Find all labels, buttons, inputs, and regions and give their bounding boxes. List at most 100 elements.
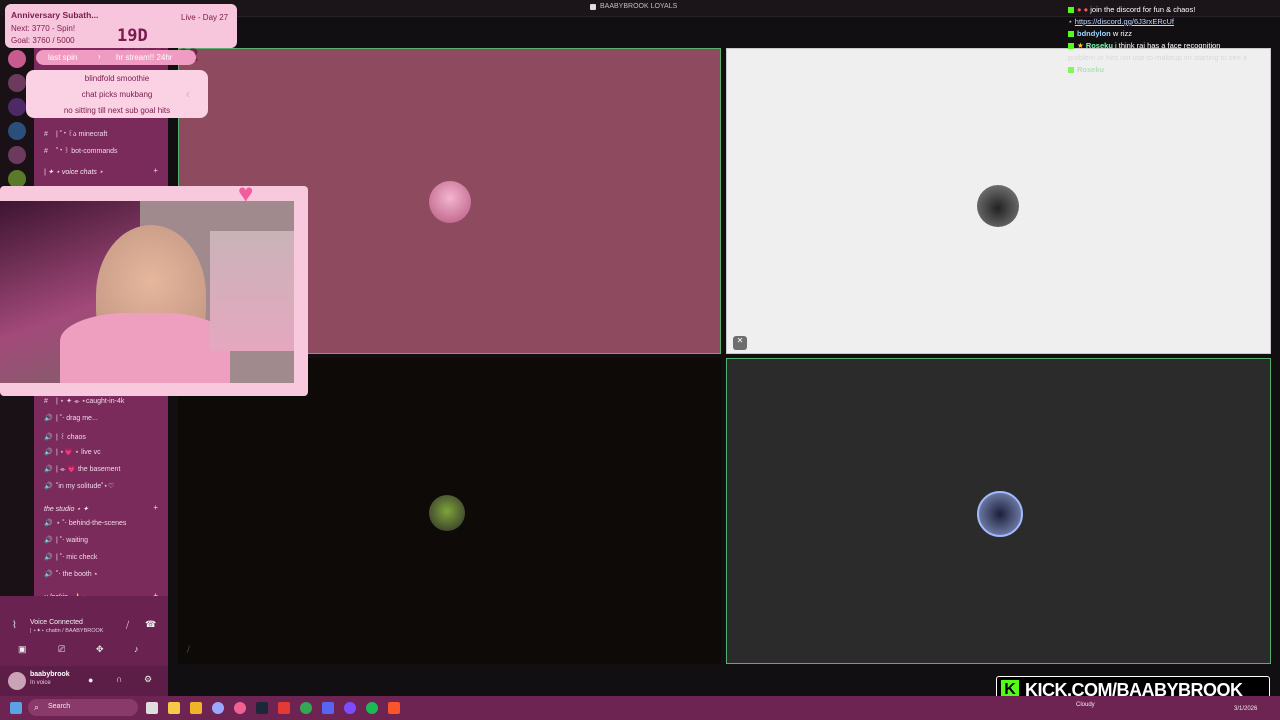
- video-icon[interactable]: ▣: [18, 644, 27, 655]
- speaker-icon: 🔊: [44, 415, 53, 422]
- channel-label: | ⌯ 💗 the basement: [56, 466, 121, 473]
- speaker-icon: 🔊: [44, 466, 53, 473]
- chat-message: ● ● join the discord for fun & chaos!: [1068, 5, 1195, 14]
- activities-icon[interactable]: ✥: [96, 644, 104, 655]
- participant-avatar: [977, 185, 1019, 227]
- voice-channel-item[interactable]: 🔊 | ˚‧ drag me...: [44, 414, 98, 422]
- brave-icon[interactable]: [388, 702, 400, 714]
- kick-badge-icon: [1068, 67, 1074, 74]
- channel-item[interactable]: # ˚‧꒱ bot-commands: [44, 145, 118, 155]
- user-panel: baabybrook In voice ● ∩ ⚙: [0, 666, 168, 696]
- hash-icon: #: [44, 131, 48, 138]
- channel-label: | ˚‧ drag me...: [56, 415, 98, 422]
- add-channel-icon[interactable]: +: [153, 166, 158, 175]
- obs-icon[interactable]: [212, 702, 224, 714]
- message-text: join the discord for fun & chaos!: [1090, 5, 1196, 14]
- category-the-studio[interactable]: the studio ⋆ ✦: [44, 505, 89, 513]
- voice-channel-item[interactable]: 🔊 | ⌯ 💗 the basement: [44, 465, 120, 474]
- speaker-icon: 🔊: [44, 434, 53, 441]
- disconnect-icon[interactable]: ☎: [145, 619, 156, 630]
- participant-avatar: [977, 491, 1023, 537]
- settings-gear-icon[interactable]: ⚙: [144, 674, 152, 685]
- voice-channel-item[interactable]: 🔊 | ꒰ chaos: [44, 431, 86, 441]
- voice-channel-item[interactable]: 🔊 | ˚‧ mic check: [44, 553, 97, 561]
- muted-mic-icon: ✕: [733, 336, 747, 350]
- app-icon[interactable]: [344, 702, 356, 714]
- chrome-icon[interactable]: [300, 702, 312, 714]
- date-text[interactable]: 3/1/2026: [1234, 706, 1257, 712]
- task-view-icon[interactable]: [146, 702, 158, 714]
- channel-label: | ˚‧ mic check: [56, 554, 98, 561]
- signal-icon[interactable]: ⌇: [12, 620, 17, 631]
- taskbar-search[interactable]: ⌕ Search: [28, 699, 138, 716]
- chat-message: problem or hes not use to makeup im star…: [1068, 53, 1247, 62]
- next-goal: Next: 3770 - Spin!: [11, 24, 76, 33]
- speaker-icon: 🔊: [44, 449, 53, 456]
- channel-item[interactable]: # | ˚‧꒰ა minecraft: [44, 128, 107, 138]
- window-title: BAABYBROOK LOYALS: [600, 3, 678, 10]
- add-channel-icon[interactable]: +: [153, 503, 158, 512]
- participant-tile-speaking[interactable]: [726, 358, 1271, 664]
- spotify-icon[interactable]: [366, 702, 378, 714]
- channel-label: | ⋆💗 ⋆ live vc: [56, 449, 101, 456]
- channel-label: ˚‧ the booth ⋆: [56, 571, 99, 578]
- file-explorer-icon[interactable]: [168, 702, 180, 714]
- voice-channel-name[interactable]: | ⋆✦⋆ chatin / BAABYBROOK: [30, 628, 103, 634]
- username: baabybrook: [30, 671, 70, 678]
- start-windows-icon[interactable]: [10, 702, 22, 714]
- server-icon[interactable]: [8, 122, 26, 140]
- channel-label: ⋆ ˚‧ behind-the-scenes: [56, 520, 127, 527]
- tiktok-icon[interactable]: [278, 702, 290, 714]
- streamer-shirt: [60, 313, 230, 383]
- taskbar: ⌕ Search Cloudy 3/1/2026: [0, 696, 1280, 720]
- message-text: problem or hes not use to makeup im star…: [1068, 53, 1247, 62]
- participant-tile[interactable]: ✕: [726, 48, 1271, 354]
- kick-badge-icon: [1068, 31, 1074, 38]
- voice-channel-item[interactable]: 🔊 | ⋆💗 ⋆ live vc: [44, 448, 101, 456]
- goal-item: chat picks mukbang: [81, 90, 153, 99]
- call-grid: ✕ ⧸: [178, 46, 1272, 666]
- soundboard-icon[interactable]: ♪: [134, 644, 139, 654]
- server-icon[interactable]: [8, 50, 26, 68]
- mic-icon[interactable]: ●: [88, 675, 93, 685]
- chat-message: bdndylon w rizz: [1068, 29, 1132, 38]
- weather-text[interactable]: Cloudy: [1076, 702, 1095, 708]
- app-icon[interactable]: [234, 702, 246, 714]
- voice-channel-item[interactable]: 🔊 ˚in my solitude˚⋆♡: [44, 482, 114, 490]
- chat-message: Roseku: [1068, 65, 1104, 74]
- server-icon[interactable]: [8, 146, 26, 164]
- channel-label: ˚in my solitude˚⋆♡: [56, 483, 115, 490]
- headphones-icon[interactable]: ∩: [116, 674, 122, 684]
- message-link[interactable]: https://discord.gg/6J3rxERcUf: [1075, 17, 1174, 26]
- voice-channel-item[interactable]: 🔊 ⋆ ˚‧ behind-the-scenes: [44, 519, 126, 527]
- voice-channel-item[interactable]: 🔊 ˚‧ the booth ⋆: [44, 570, 98, 578]
- discord-icon[interactable]: [322, 702, 334, 714]
- steam-icon[interactable]: [256, 702, 268, 714]
- channel-label: ˚‧꒱ bot-commands: [56, 148, 118, 155]
- server-icon[interactable]: [8, 98, 26, 116]
- chat-username: Roseku: [1085, 41, 1113, 50]
- voice-connected-panel: ⌇ Voice Connected | ⋆✦⋆ chatin / BAABYBR…: [0, 596, 168, 666]
- chevron-left-icon: ‹: [186, 87, 190, 101]
- speaker-icon: 🔊: [44, 537, 53, 544]
- ticker-left-text: last spin: [48, 53, 78, 62]
- goal-progress: Goal: 3760 / 5000: [11, 36, 75, 45]
- avatar[interactable]: [8, 672, 26, 690]
- chat-message: ★ Roseku i think rai has a face recognit…: [1068, 41, 1220, 50]
- message-text: w rizz: [1112, 29, 1133, 38]
- channel-label: | ⋆ ✦ ⌯ ⋆caught-in-4k: [56, 398, 125, 405]
- voice-channel-item[interactable]: 🔊 | ˚‧ waiting: [44, 536, 88, 544]
- channel-item[interactable]: # | ⋆ ✦ ⌯ ⋆caught-in-4k: [44, 397, 124, 406]
- folder-icon[interactable]: [190, 702, 202, 714]
- chevron-right-icon: ›: [98, 52, 101, 61]
- kick-badge-icon: [1068, 7, 1074, 14]
- event-title: Anniversary Subath...: [11, 10, 99, 20]
- screenshare-icon[interactable]: ⎚: [58, 644, 65, 655]
- participant-tile[interactable]: ⧸: [178, 358, 721, 664]
- server-icon[interactable]: [8, 74, 26, 92]
- noise-suppression-icon[interactable]: ⧸: [126, 620, 129, 631]
- muted-mic-icon: ⧸: [187, 645, 190, 654]
- speaker-icon: 🔊: [44, 483, 53, 490]
- channel-label: | ˚‧꒰ა minecraft: [56, 131, 108, 138]
- category-voice-chats[interactable]: | ✦ ⋆ voice chats ⋆: [44, 168, 103, 176]
